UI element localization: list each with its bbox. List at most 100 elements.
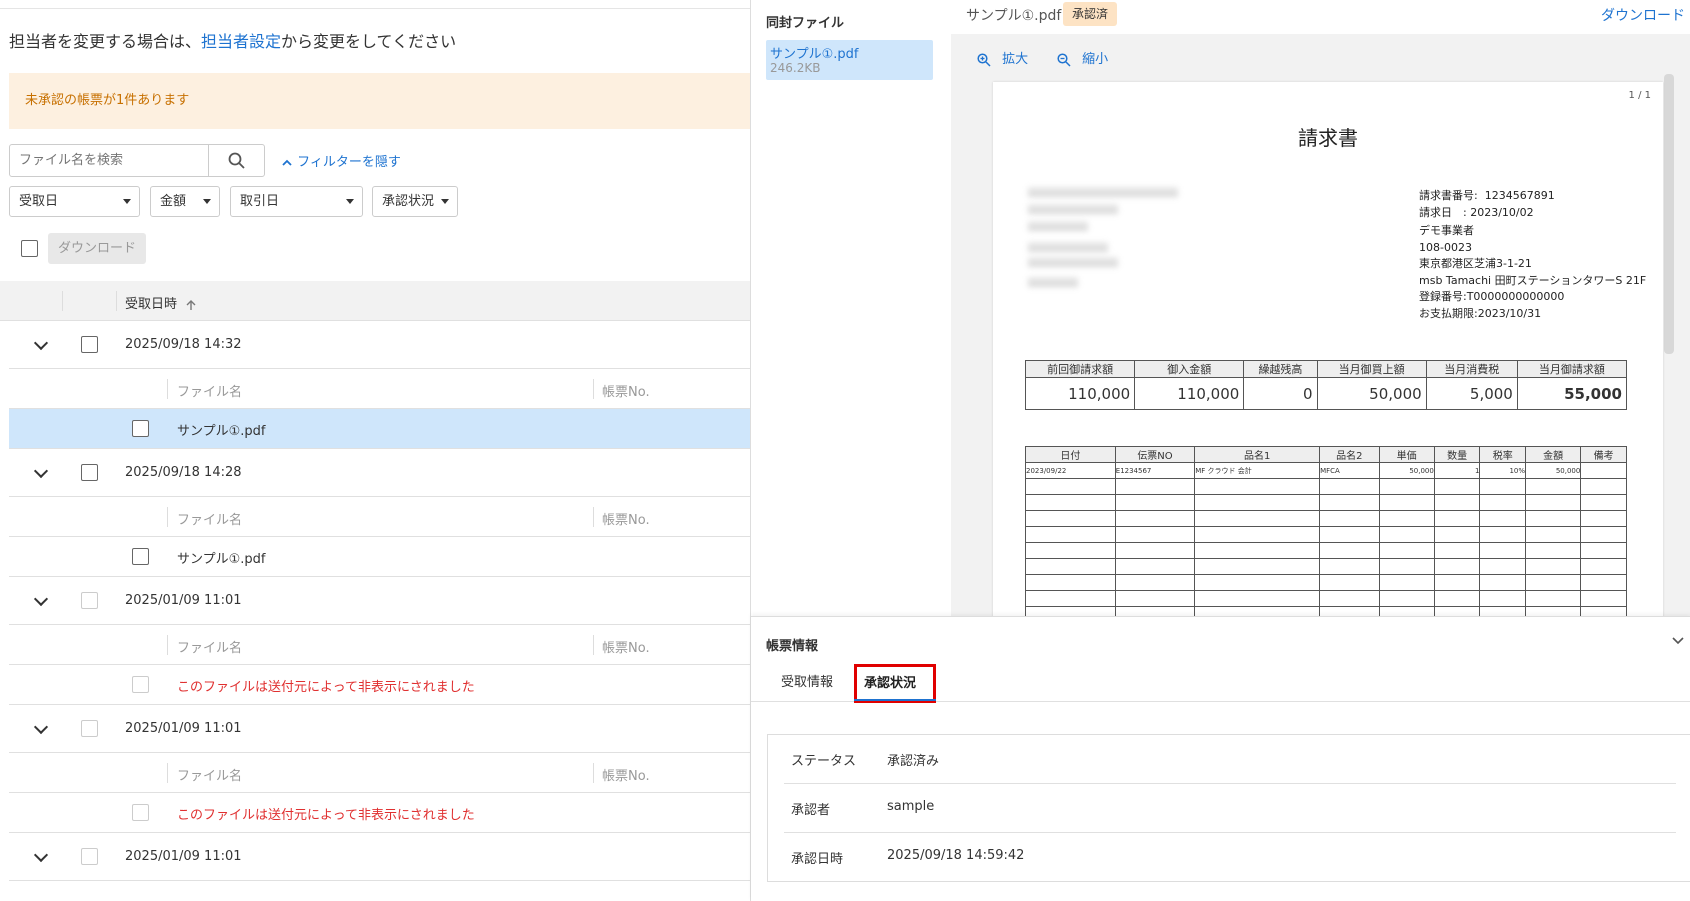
received-column-header[interactable]: 受取日時 — [125, 293, 197, 312]
enclosed-file-size: 246.2KB — [770, 61, 821, 75]
caret-down-icon — [346, 199, 354, 204]
chevron-down-icon[interactable] — [33, 335, 49, 351]
table-row-group[interactable]: 2025/09/18 14:32 — [9, 321, 750, 369]
approved-datetime-value: 2025/09/18 14:59:42 — [887, 848, 1025, 863]
bulk-download-button[interactable]: ダウンロード — [48, 233, 146, 264]
summary-value: 0 — [1243, 377, 1318, 410]
filename-subheader: ファイル名 — [177, 513, 243, 528]
detail-header: 日付 — [1025, 446, 1116, 463]
table-header: 受取日時 — [0, 281, 750, 321]
summary-table: 前回御請求額 御入金額 繰越残高 当月御買上額 当月消費税 当月御請求額 110… — [1024, 360, 1628, 410]
table-row-group[interactable]: 2025/01/09 11:01 — [9, 705, 750, 753]
table-row-group[interactable]: 2025/01/09 11:01 — [9, 577, 750, 625]
filter-approval-status[interactable]: 承認状況 — [372, 186, 458, 217]
enclosed-file-item[interactable]: サンプル①.pdf 246.2KB — [766, 40, 933, 80]
issuer-zip: 108-0023 — [1419, 240, 1472, 254]
assignee-settings-link[interactable]: 担当者設定 — [201, 32, 281, 51]
detail-cell: 50,000 — [1378, 462, 1435, 479]
summary-header: 御入金額 — [1134, 360, 1245, 378]
chevron-down-icon[interactable] — [1671, 633, 1685, 647]
summary-value-total: 55,000 — [1516, 377, 1628, 410]
table-row-group[interactable]: 2025/01/09 11:01 — [9, 833, 750, 881]
file-checkbox[interactable] — [132, 548, 149, 565]
chevron-down-icon[interactable] — [33, 719, 49, 735]
invoice-title: 請求書 — [1298, 126, 1358, 150]
preview-file-name: サンプル①.pdf — [966, 8, 1062, 24]
assignee-instruction: 担当者を変更する場合は、担当者設定から変更をしてください — [9, 28, 456, 52]
download-link[interactable]: ダウンロード — [1601, 5, 1685, 25]
row-checkbox-disabled — [81, 592, 98, 609]
select-all-checkbox[interactable] — [21, 240, 38, 257]
filter-label: 承認状況 — [382, 194, 435, 209]
search-input[interactable] — [10, 145, 209, 176]
filter-amount[interactable]: 金額 — [150, 186, 220, 217]
zoom-out-icon — [1057, 52, 1071, 67]
invoice-date-label: 請求日 : — [1419, 205, 1467, 219]
file-row-selected[interactable]: サンプル①.pdf — [9, 409, 750, 449]
received-column-label: 受取日時 — [125, 297, 178, 312]
filename-subheader: ファイル名 — [177, 769, 243, 784]
received-datetime: 2025/09/18 14:28 — [125, 465, 242, 480]
document-info-heading: 帳票情報 — [766, 639, 819, 654]
chevron-down-icon[interactable] — [33, 847, 49, 863]
summary-header: 当月御請求額 — [1516, 360, 1628, 378]
page-counter: 1 / 1 — [1628, 90, 1651, 101]
file-checkbox[interactable] — [132, 420, 149, 437]
active-tab-underline — [854, 699, 936, 701]
table-row-group[interactable]: 2025/09/18 14:28 — [9, 449, 750, 497]
detail-cell: 10% — [1479, 462, 1526, 479]
detail-header: 伝票NO — [1114, 446, 1196, 463]
filter-transaction-date[interactable]: 取引日 — [230, 186, 363, 217]
detail-header: 備考 — [1580, 446, 1627, 463]
detail-header: 単価 — [1378, 446, 1435, 463]
row-checkbox[interactable] — [81, 464, 98, 481]
issuer-address-1: 東京都港区芝浦3-1-21 — [1419, 257, 1532, 270]
zoom-in-icon — [977, 52, 991, 67]
detail-cell — [1580, 462, 1627, 479]
approved-badge: 承認済 — [1063, 2, 1118, 26]
file-checkbox-disabled — [132, 676, 149, 693]
docno-subheader: 帳票No. — [602, 385, 650, 400]
row-checkbox-disabled — [81, 720, 98, 737]
chevron-up-icon — [282, 159, 292, 166]
file-checkbox-disabled — [132, 804, 149, 821]
row-checkbox-disabled — [81, 848, 98, 865]
detail-header: 税率 — [1479, 446, 1526, 463]
document-info-panel: 帳票情報 受取情報 承認状況 ステータス 承認済み 承認者 sample 承認日… — [751, 616, 1690, 901]
chevron-down-icon[interactable] — [33, 463, 49, 479]
viewer-scrollbar[interactable] — [1664, 74, 1674, 354]
tab-received-info[interactable]: 受取情報 — [781, 671, 833, 690]
caret-down-icon — [123, 199, 131, 204]
filter-toggle-label: フィルターを隠す — [297, 155, 401, 170]
file-row-hidden: このファイルは送付元によって非表示にされました — [9, 793, 750, 833]
tab-approval-status[interactable]: 承認状況 — [854, 664, 936, 703]
file-name[interactable]: サンプル①.pdf — [177, 548, 265, 567]
docno-subheader: 帳票No. — [602, 641, 650, 656]
received-datetime: 2025/01/09 11:01 — [125, 721, 242, 736]
filename-subheader: ファイル名 — [177, 385, 243, 400]
search-button[interactable] — [208, 145, 264, 176]
invoice-no: 1234567891 — [1484, 189, 1555, 202]
summary-header: 前回御請求額 — [1024, 360, 1136, 378]
search-box — [9, 144, 265, 177]
filter-label: 取引日 — [240, 194, 280, 209]
zoom-in-button[interactable]: 拡大 — [977, 48, 1028, 67]
detail-table: 日付 伝票NO 品名1 品名2 単価 数量 税率 金額 備考 2023/09/2… — [1025, 446, 1627, 622]
summary-value: 50,000 — [1316, 377, 1427, 410]
file-row[interactable]: サンプル①.pdf — [9, 537, 750, 577]
filename-subheader: ファイル名 — [177, 641, 243, 656]
file-name[interactable]: サンプル①.pdf — [177, 420, 265, 439]
detail-header: 数量 — [1433, 446, 1481, 463]
filter-label: 受取日 — [19, 194, 59, 209]
zoom-out-button[interactable]: 縮小 — [1057, 48, 1108, 67]
pdf-viewer: 拡大 縮小 1 / 1 請求書 請求書番号: 1234567891 請求日 : … — [951, 34, 1690, 622]
summary-value: 5,000 — [1425, 377, 1518, 410]
filter-toggle[interactable]: フィルターを隠す — [281, 151, 401, 170]
chevron-down-icon[interactable] — [33, 591, 49, 607]
search-icon — [228, 152, 245, 169]
row-checkbox[interactable] — [81, 336, 98, 353]
hidden-file-message: このファイルは送付元によって非表示にされました — [177, 808, 475, 823]
unapproved-notice: 未承認の帳票が1件あります — [9, 73, 750, 129]
filter-received-date[interactable]: 受取日 — [9, 186, 140, 217]
summary-value: 110,000 — [1134, 377, 1245, 410]
